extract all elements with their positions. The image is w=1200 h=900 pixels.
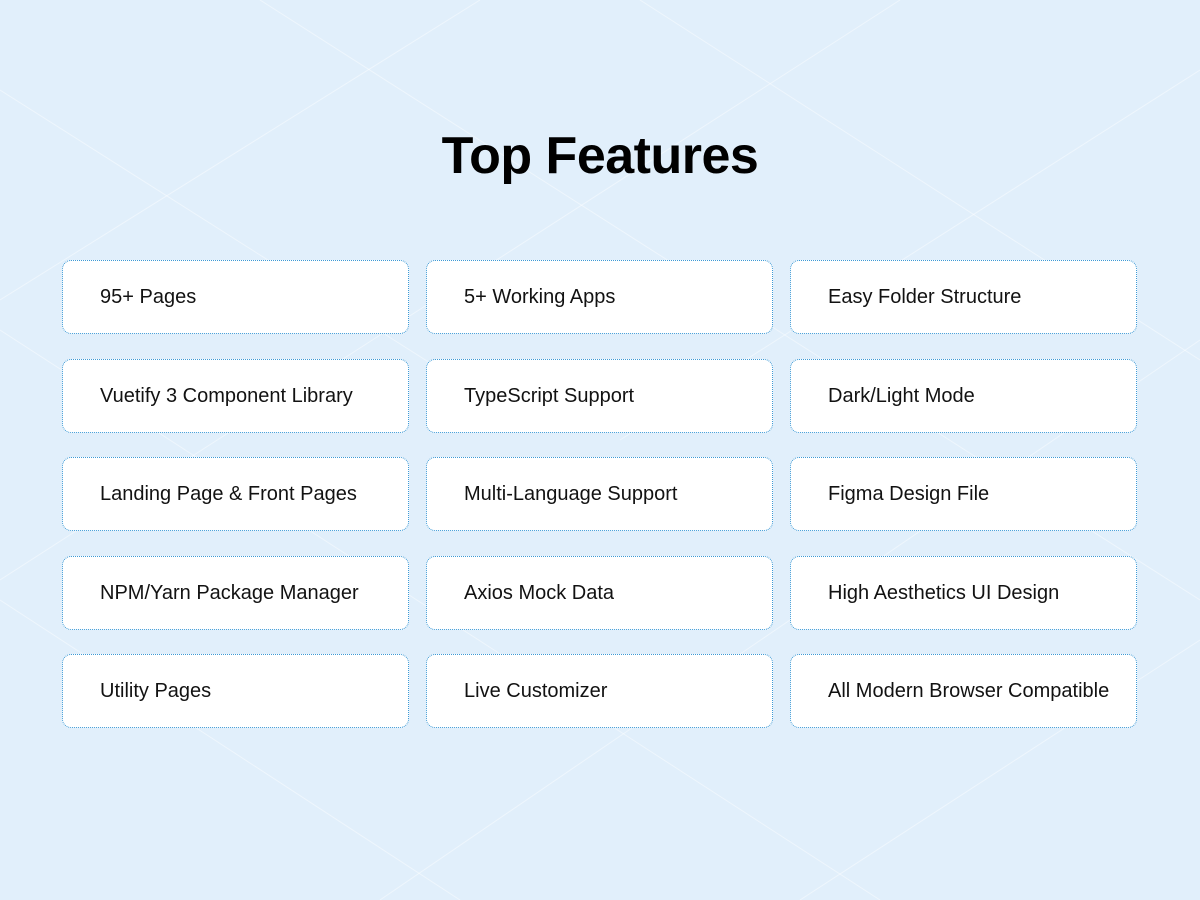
feature-label: Live Customizer xyxy=(464,680,608,702)
feature-label: Figma Design File xyxy=(828,483,990,505)
features-grid: 95+ Pages 5+ Working Apps Easy Folder Stru… xyxy=(62,260,1137,728)
feature-label: Vuetify 3 Component Library xyxy=(100,384,353,407)
feature-label: High Aesthetics UI Design xyxy=(828,581,1060,604)
feature-card: Dark/Light Mode xyxy=(790,358,1137,433)
feature-card: All Modern Browser Compatible xyxy=(790,654,1137,728)
feature-label: NPM/Yarn Package Manager xyxy=(100,581,359,604)
feature-card: Multi-Language Support xyxy=(426,457,773,531)
feature-card: Landing Page & Front Pages xyxy=(62,457,409,531)
features-page: Top Features 95+ Pages 5+ Working Apps Eas… xyxy=(0,0,1200,900)
page-title: Top Features xyxy=(441,127,759,185)
feature-label: Landing Page & Front Pages xyxy=(100,483,357,505)
feature-card: Figma Design File xyxy=(790,457,1137,531)
feature-label: Easy Folder Structure xyxy=(828,286,1022,308)
feature-card: 5+ Working Apps xyxy=(426,260,773,334)
feature-label: Dark/Light Mode xyxy=(828,384,975,407)
feature-label: All Modern Browser Compatible xyxy=(828,680,1110,702)
feature-card: Vuetify 3 Component Library xyxy=(62,358,409,433)
feature-card: NPM/Yarn Package Manager xyxy=(62,555,409,630)
feature-card: Live Customizer xyxy=(426,654,773,728)
feature-card: High Aesthetics UI Design xyxy=(790,555,1137,630)
feature-label: 5+ Working Apps xyxy=(464,286,616,308)
feature-label: Axios Mock Data xyxy=(464,581,615,604)
feature-label: TypeScript Support xyxy=(464,384,635,407)
feature-label: Utility Pages xyxy=(100,680,212,702)
feature-card: Utility Pages xyxy=(62,654,409,728)
feature-label: 95+ Pages xyxy=(100,286,197,308)
feature-card: Easy Folder Structure xyxy=(790,260,1137,334)
feature-card: 95+ Pages xyxy=(62,260,409,334)
feature-label: Multi-Language Support xyxy=(464,483,678,505)
feature-card: TypeScript Support xyxy=(426,358,773,433)
feature-card: Axios Mock Data xyxy=(426,555,773,630)
